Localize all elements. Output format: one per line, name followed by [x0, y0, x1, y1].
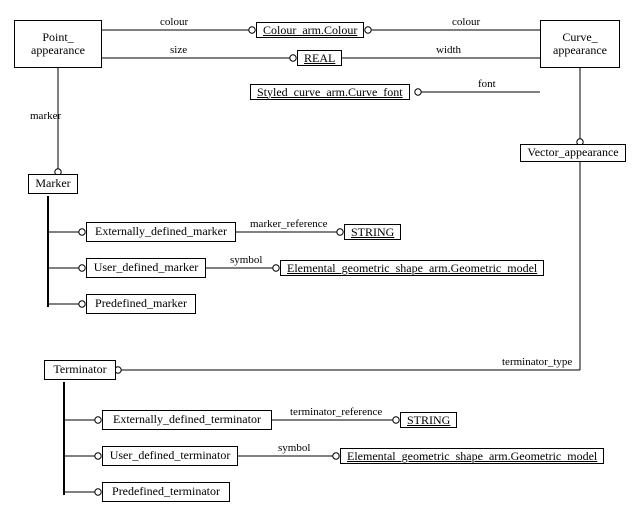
- label-width: width: [436, 44, 461, 56]
- ref-colour-label: Colour_arm.Colour: [263, 23, 357, 38]
- ref-geometric-model-2: Elemental_geometric_shape_arm.Geometric_…: [340, 448, 604, 464]
- entity-user-defined-marker: User_defined_marker: [86, 258, 206, 278]
- label-symbol-1: symbol: [230, 254, 262, 266]
- ref-string-2: STRING: [400, 412, 457, 428]
- label-font: font: [478, 78, 496, 90]
- ref-geometric-model-2-label: Elemental_geometric_shape_arm.Geometric_…: [347, 449, 597, 464]
- ref-curve-font-label: Styled_curve_arm.Curve_font: [257, 85, 403, 100]
- diagram-stage: Point_ appearance Curve_ appearance Colo…: [0, 0, 632, 522]
- entity-point-appearance: Point_ appearance: [14, 20, 102, 68]
- entity-terminator: Terminator: [44, 360, 116, 380]
- ref-geometric-model-1-label: Elemental_geometric_shape_arm.Geometric_…: [287, 261, 537, 276]
- label-colour-right: colour: [452, 16, 480, 28]
- ref-real-label: REAL: [304, 51, 335, 66]
- ref-geometric-model-1: Elemental_geometric_shape_arm.Geometric_…: [280, 260, 544, 276]
- entity-predefined-marker: Predefined_marker: [86, 294, 196, 314]
- entity-marker: Marker: [28, 174, 78, 194]
- label-marker-attr: marker: [30, 110, 61, 122]
- entity-externally-defined-marker: Externally_defined_marker: [86, 222, 236, 242]
- ref-string-1: STRING: [344, 224, 401, 240]
- label-terminator-reference: terminator_reference: [290, 406, 382, 418]
- ref-string-2-label: STRING: [407, 413, 450, 428]
- label-colour-left: colour: [160, 16, 188, 28]
- entity-externally-defined-terminator: Externally_defined_terminator: [102, 410, 272, 430]
- label-terminator-type: terminator_type: [502, 356, 572, 368]
- entity-curve-appearance: Curve_ appearance: [540, 20, 620, 68]
- entity-predefined-terminator: Predefined_terminator: [102, 482, 230, 502]
- label-symbol-2: symbol: [278, 442, 310, 454]
- entity-user-defined-terminator: User_defined_terminator: [102, 446, 238, 466]
- ref-real: REAL: [297, 50, 342, 66]
- entity-vector-appearance: Vector_appearance: [520, 144, 626, 162]
- ref-string-1-label: STRING: [351, 225, 394, 240]
- label-size: size: [170, 44, 187, 56]
- ref-colour: Colour_arm.Colour: [256, 22, 364, 38]
- label-marker-reference: marker_reference: [250, 218, 328, 230]
- ref-curve-font: Styled_curve_arm.Curve_font: [250, 84, 410, 100]
